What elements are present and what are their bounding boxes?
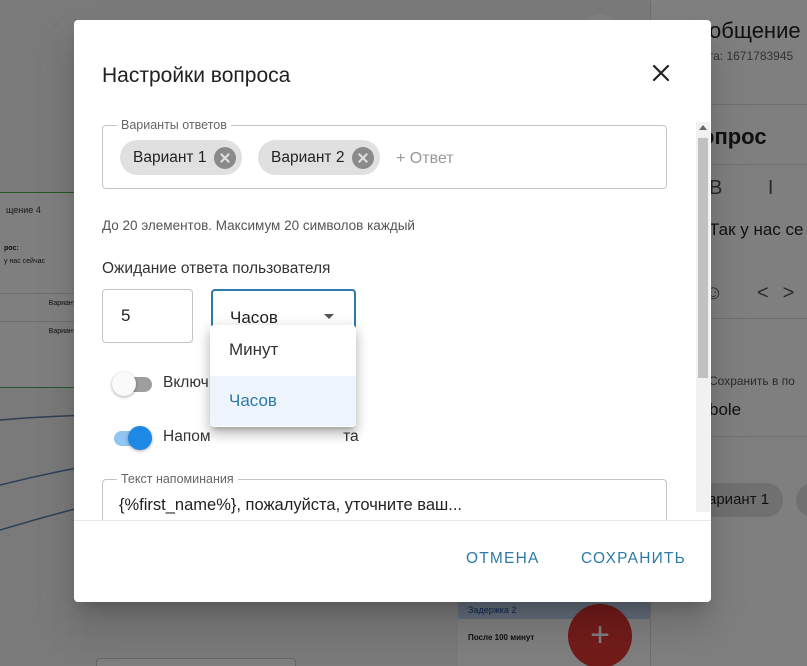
toggle-knob — [112, 372, 136, 396]
wait-amount-input[interactable]: 5 — [102, 289, 193, 343]
wait-unit-menu: Минут Часов — [210, 325, 356, 427]
scroll-up-icon[interactable] — [699, 125, 707, 130]
answer-chip: Вариант 2 — [258, 140, 381, 175]
answer-chip-label: Вариант 1 — [133, 148, 207, 166]
enable-toggle[interactable] — [112, 371, 152, 397]
menu-option-hours[interactable]: Часов — [210, 376, 356, 426]
dialog-title: Настройки вопроса — [102, 64, 291, 87]
remove-chip-icon[interactable] — [214, 146, 237, 169]
close-icon — [652, 64, 670, 82]
dialog-scrollbar[interactable] — [696, 122, 710, 512]
answers-helper-text: До 20 элементов. Максимум 20 символов ка… — [102, 218, 415, 233]
divider — [74, 520, 711, 521]
reminder-toggle[interactable] — [112, 425, 152, 451]
save-button[interactable]: СОХРАНИТЬ — [581, 550, 686, 568]
reminder-legend: Текст напоминания — [121, 472, 234, 486]
remove-chip-icon[interactable] — [352, 146, 375, 169]
chevron-down-icon — [324, 314, 334, 319]
reminder-toggle-label-left: Напом — [163, 428, 211, 445]
answer-chip-label: Вариант 2 — [271, 148, 345, 166]
reminder-toggle-label: Напом та — [163, 428, 359, 446]
add-answer-input[interactable]: + Ответ — [396, 150, 454, 168]
reminder-toggle-label-right: та — [343, 428, 359, 445]
dialog-content: Варианты ответов Вариант 1 Вариант 2 + О… — [74, 118, 711, 520]
cancel-button[interactable]: ОТМЕНА — [466, 550, 540, 568]
answers-legend: Варианты ответов — [121, 118, 227, 132]
toggle-knob — [128, 426, 152, 450]
scrollbar-thumb[interactable] — [698, 138, 708, 378]
enable-toggle-label: Включ — [163, 374, 209, 391]
question-settings-dialog: Настройки вопроса Варианты ответов Вариа… — [74, 20, 711, 602]
answer-chip: Вариант 1 — [120, 140, 243, 175]
reminder-text-value[interactable]: {%first_name%}, пожалуйста, уточните ваш… — [119, 496, 462, 515]
menu-option-minutes[interactable]: Минут — [210, 325, 356, 375]
close-button[interactable] — [644, 56, 678, 90]
wait-label: Ожидание ответа пользователя — [102, 260, 331, 277]
